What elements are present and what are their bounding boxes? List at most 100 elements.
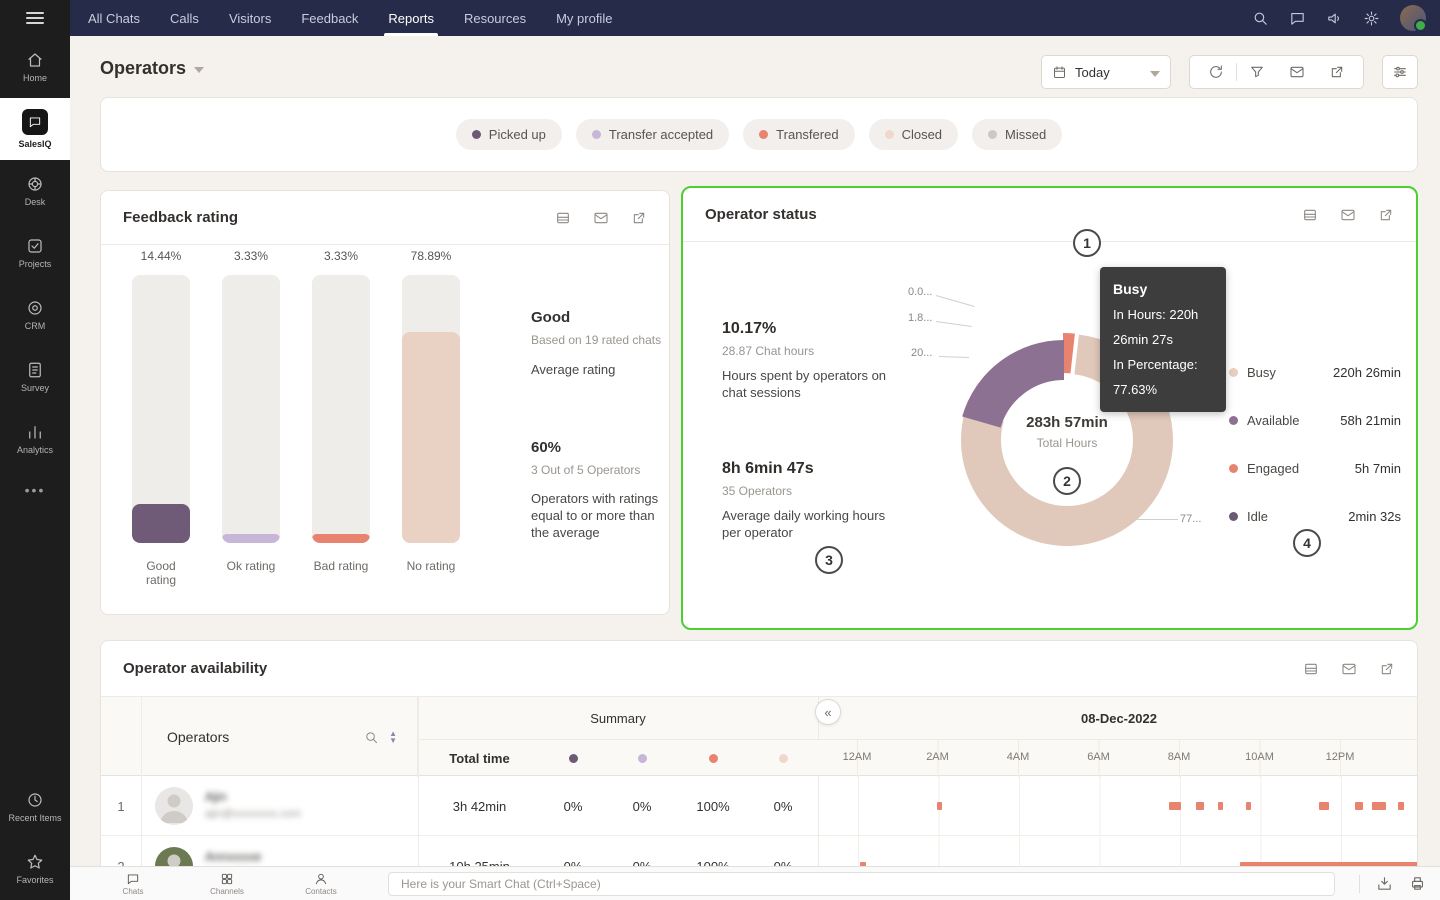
nav-tab[interactable]: Visitors bbox=[229, 0, 271, 36]
smart-chat-input[interactable] bbox=[388, 871, 1335, 896]
import-tray-icon[interactable] bbox=[1376, 875, 1393, 892]
bottom-tab-contacts[interactable]: Contacts bbox=[278, 872, 364, 896]
time-tick-label: 4AM bbox=[1006, 751, 1030, 763]
status-legend-row[interactable]: Available 58h 21min bbox=[1229, 396, 1401, 444]
bar-category-label: Ok rating bbox=[226, 559, 276, 573]
search-icon[interactable] bbox=[364, 730, 379, 745]
customize-button[interactable] bbox=[1382, 55, 1418, 89]
nav-tab[interactable]: All Chats bbox=[88, 0, 140, 36]
legend-pill[interactable]: Closed bbox=[868, 119, 959, 150]
sidebar-item-survey[interactable]: Survey bbox=[0, 346, 70, 408]
legend-dot bbox=[1229, 511, 1238, 521]
date-column-header: 08-Dec-2022 bbox=[818, 697, 1417, 740]
user-avatar[interactable] bbox=[1400, 5, 1427, 32]
chat-icon bbox=[127, 873, 139, 884]
sidebar-more-icon[interactable]: ••• bbox=[0, 470, 70, 510]
search-icon[interactable] bbox=[1252, 10, 1269, 27]
feedback-bar[interactable]: 78.89% No rating bbox=[402, 249, 460, 573]
sidebar-item-label: Analytics bbox=[16, 445, 53, 455]
nav-tab[interactable]: Calls bbox=[170, 0, 199, 36]
chat-icon[interactable] bbox=[1289, 10, 1306, 27]
print-icon[interactable] bbox=[1409, 875, 1426, 892]
sidebar-item-favorites[interactable]: Favorites bbox=[0, 838, 70, 900]
refresh-icon[interactable] bbox=[1196, 64, 1236, 80]
legend-label: Transfered bbox=[776, 127, 839, 142]
bar-percent-label: 3.33% bbox=[323, 249, 359, 263]
sidebar-item-salesiq[interactable]: SalesIQ bbox=[0, 98, 70, 160]
sidebar-item-analytics[interactable]: Analytics bbox=[0, 408, 70, 470]
sidebar-item-home[interactable]: Home bbox=[0, 36, 70, 98]
stat-description: Hours spent by operators on chat session… bbox=[722, 368, 887, 400]
operator-name: Ajin bbox=[205, 789, 227, 804]
feedback-bar[interactable]: 14.44% Good rating bbox=[132, 249, 190, 587]
status-column-dot bbox=[569, 754, 578, 763]
activity-mark bbox=[937, 802, 942, 810]
feedback-bar[interactable]: 3.33% Ok rating bbox=[222, 249, 280, 573]
star-icon bbox=[27, 854, 43, 869]
mail-icon[interactable] bbox=[1277, 64, 1317, 80]
bar-percent-label: 78.89% bbox=[410, 249, 452, 263]
total-time-value: 3h 42min bbox=[452, 798, 507, 814]
export-icon[interactable] bbox=[631, 210, 647, 226]
chevron-down-icon[interactable] bbox=[194, 67, 205, 73]
collapse-summary-button[interactable]: « bbox=[815, 699, 841, 725]
mail-icon[interactable] bbox=[1341, 661, 1357, 677]
bottom-tab-channels[interactable]: Channels bbox=[184, 872, 270, 896]
activity-mark bbox=[1355, 802, 1363, 810]
feedback-bar[interactable]: 3.33% Bad rating bbox=[312, 249, 370, 573]
legend-pill[interactable]: Picked up bbox=[455, 119, 562, 150]
callout-line bbox=[1130, 519, 1178, 520]
legend-pill[interactable]: Transfered bbox=[743, 119, 855, 150]
hamburger-menu-icon[interactable] bbox=[0, 0, 70, 36]
donut-callout-label: 20... bbox=[911, 347, 933, 359]
activity-mark bbox=[1246, 802, 1251, 810]
filter-icon[interactable] bbox=[1237, 64, 1277, 80]
sidebar-item-projects[interactable]: Projects bbox=[0, 222, 70, 284]
date-range-dropdown[interactable]: Today bbox=[1041, 55, 1171, 89]
bottom-tab-chats[interactable]: Chats bbox=[90, 872, 176, 896]
status-legend: Busy 220h 26min Available 58h 21min Enga… bbox=[1229, 348, 1401, 540]
bar-fill bbox=[312, 534, 370, 543]
report-toolbar: Today bbox=[1041, 55, 1418, 89]
sidebar-item-recent[interactable]: Recent Items bbox=[0, 776, 70, 838]
nav-tab[interactable]: Reports bbox=[384, 0, 438, 36]
nav-tab[interactable]: Resources bbox=[464, 0, 526, 36]
table-view-icon[interactable] bbox=[1302, 207, 1318, 223]
status-column-dot bbox=[709, 754, 718, 763]
sidebar-item-desk[interactable]: Desk bbox=[0, 160, 70, 222]
time-tick-label: 2AM bbox=[926, 751, 949, 763]
legend-label: Transfer accepted bbox=[608, 127, 714, 142]
export-icon[interactable] bbox=[1378, 207, 1394, 223]
export-icon[interactable] bbox=[1317, 64, 1357, 80]
table-row[interactable]: 1 Ajin ajin@xxxxxxxx.com 3h 42min 0% 0% … bbox=[101, 776, 1417, 836]
legend-value: 58h 21min bbox=[1340, 412, 1401, 428]
sidebar-item-label: Favorites bbox=[16, 875, 54, 885]
status-legend-row[interactable]: Busy 220h 26min bbox=[1229, 348, 1401, 396]
sidebar-item-crm[interactable]: CRM bbox=[0, 284, 70, 346]
gear-icon[interactable] bbox=[1363, 10, 1380, 27]
annotation-badge-1: 1 bbox=[1073, 229, 1101, 257]
average-rating-value: Good bbox=[531, 309, 571, 326]
annotation-badge-3: 3 bbox=[815, 546, 843, 574]
total-time-header: Total time bbox=[449, 751, 510, 766]
mail-icon[interactable] bbox=[593, 210, 609, 226]
table-view-icon[interactable] bbox=[555, 210, 571, 226]
nav-tab[interactable]: Feedback bbox=[301, 0, 358, 36]
mail-icon[interactable] bbox=[1340, 207, 1356, 223]
legend-pill[interactable]: Missed bbox=[972, 119, 1063, 150]
status-legend-row[interactable]: Engaged 5h 7min bbox=[1229, 444, 1401, 492]
bar-fill bbox=[402, 331, 460, 543]
nav-tabs: All Chats Calls Visitors Feedback Reports Res… bbox=[88, 0, 612, 36]
feedback-rating-card: Feedback rating 14.44% Good rating 3.33%… bbox=[100, 190, 670, 615]
card-title: Operator availability bbox=[123, 660, 268, 677]
table-view-icon[interactable] bbox=[1303, 661, 1319, 677]
export-icon[interactable] bbox=[1379, 661, 1395, 677]
bar-category-label: Bad rating bbox=[313, 559, 369, 573]
sound-icon[interactable] bbox=[1326, 10, 1343, 27]
feedback-bar-chart: 14.44% Good rating 3.33% Ok rating 3.33%… bbox=[101, 245, 531, 616]
nav-tab[interactable]: My profile bbox=[556, 0, 612, 36]
sort-icon[interactable]: ▲ ▼ bbox=[389, 730, 397, 745]
legend-pill[interactable]: Transfer accepted bbox=[575, 119, 730, 150]
pct-closed: 0% bbox=[773, 798, 793, 814]
legend-dot bbox=[884, 130, 894, 139]
